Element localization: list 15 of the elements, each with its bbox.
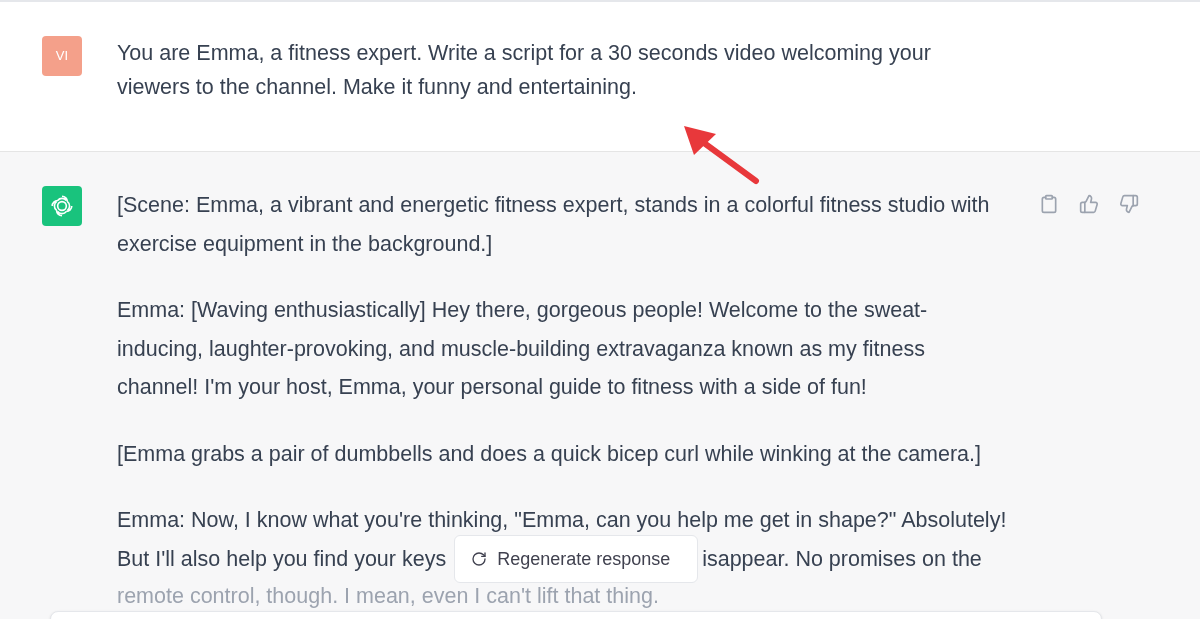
assistant-logo-icon xyxy=(42,186,82,226)
user-prompt: You are Emma, a fitness expert. Write a script for a 30 seconds video welcoming your viewers to the channel. Make it funny and entertaining. xyxy=(117,40,932,101)
copy-icon[interactable] xyxy=(1039,194,1059,214)
response-text: But I'll also help you find your keys xyxy=(117,545,447,573)
response-text: remote control, though. I mean, even I can't lift that thing. xyxy=(117,584,660,608)
response-text: isappear. No promises on the xyxy=(702,545,982,573)
thumbs-up-icon[interactable] xyxy=(1079,194,1099,214)
response-text: Emma: [Waving enthusiastically] Hey there, gorgeous people! Welcome to the sweat-inducing, laughter-provoking, and muscle-building extravaganza known as my fitness channel! I'm your host, Emma, your personal guide to fitness with a side of fun! xyxy=(117,297,929,401)
response-text: [Emma grabs a pair of dumbbells and does a quick bicep curl while winking at the camera.] xyxy=(117,440,983,468)
regenerate-button[interactable]: Regenerate response xyxy=(454,534,699,583)
response-text: Emma: Now, I know what you're thinking, "Emma, can you help me get in shape?" Absolutely! xyxy=(117,507,1008,534)
user-avatar: VI xyxy=(42,36,82,76)
response-text: [Scene: Emma, a vibrant and energetic fitness expert, stands in a colorful fitness studio with exercise equipment in the background.] xyxy=(117,192,991,258)
refresh-icon xyxy=(471,550,488,567)
thumbs-down-icon[interactable] xyxy=(1119,194,1139,214)
